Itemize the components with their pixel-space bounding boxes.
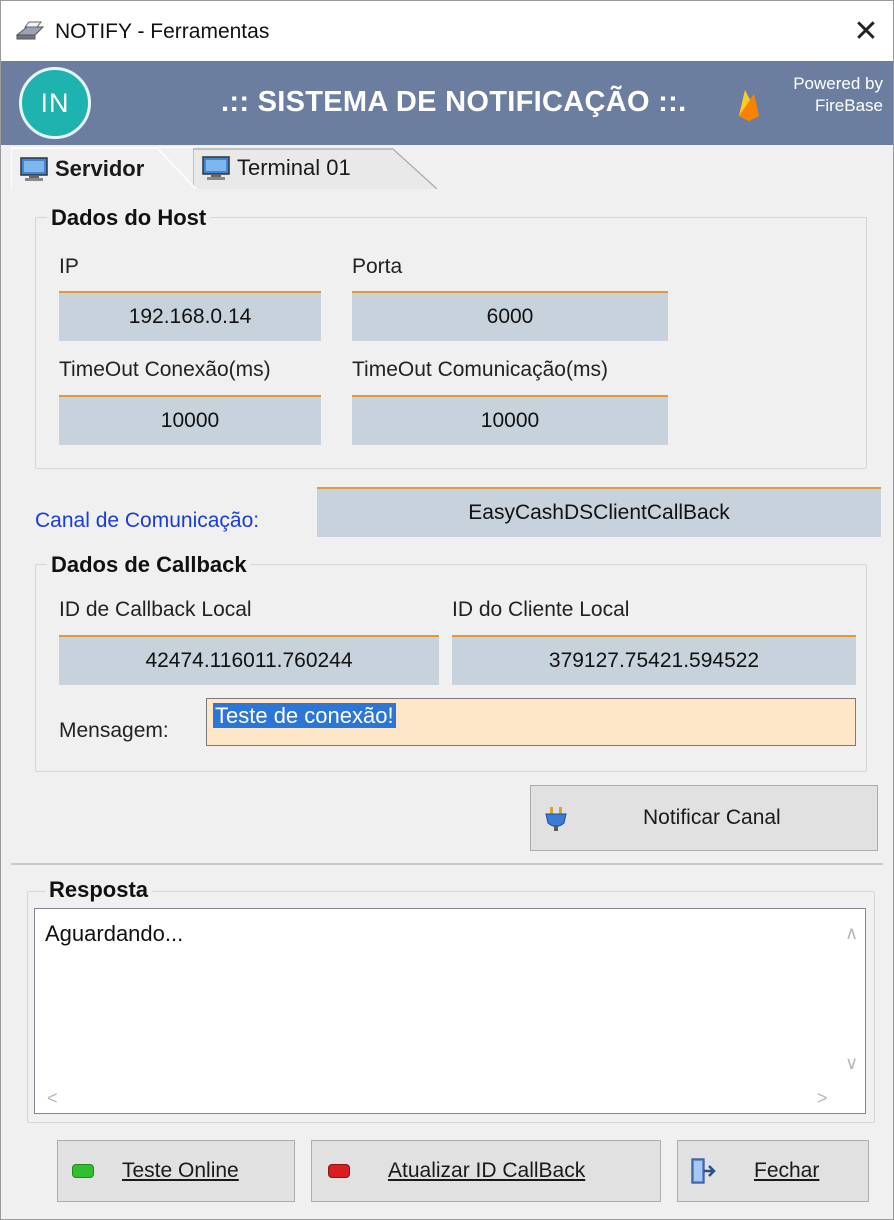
- notify-channel-button[interactable]: Notificar Canal: [530, 785, 878, 851]
- plug-icon: [545, 807, 567, 831]
- scroll-left-icon[interactable]: <: [47, 1088, 58, 1109]
- notify-channel-label: Notificar Canal: [643, 806, 781, 829]
- section-divider: [11, 863, 883, 865]
- title-bar: NOTIFY - Ferramentas ✕: [1, 1, 893, 61]
- close-button[interactable]: Fechar: [677, 1140, 869, 1202]
- tab-strip: Terminal 01 Servidor: [1, 145, 893, 189]
- scroll-right-icon[interactable]: >: [817, 1088, 828, 1109]
- powered-by-text: Powered by FireBase: [771, 73, 889, 117]
- response-memo[interactable]: Aguardando... ∧ ∨ < >: [34, 908, 866, 1114]
- close-label: Fechar: [754, 1159, 820, 1182]
- host-group-title: Dados do Host: [47, 205, 211, 231]
- ip-field[interactable]: 192.168.0.14: [59, 291, 321, 341]
- channel-label: Canal de Comunicação:: [35, 509, 260, 532]
- timeout-communication-label: TimeOut Comunicação(ms): [352, 358, 608, 381]
- client-local-id-field[interactable]: 379127.75421.594522: [452, 635, 856, 685]
- timeout-communication-field[interactable]: 10000: [352, 395, 668, 445]
- test-online-button[interactable]: Teste Online: [57, 1140, 295, 1202]
- tab-servidor-label: Servidor: [55, 155, 145, 181]
- tab-terminal-01[interactable]: Terminal 01: [193, 147, 439, 189]
- refresh-callback-id-button[interactable]: Atualizar ID CallBack: [311, 1140, 661, 1202]
- test-online-label: Teste Online: [122, 1159, 239, 1182]
- ip-label: IP: [59, 255, 79, 278]
- response-vertical-scrollbar[interactable]: ∧ ∨: [837, 909, 865, 1085]
- firebase-flame-icon: [739, 90, 759, 121]
- scroll-up-icon[interactable]: ∧: [845, 923, 858, 944]
- header-banner: IN .:: SISTEMA DE NOTIFICAÇÃO ::. Powere…: [1, 61, 893, 145]
- app-printer-icon: [15, 21, 45, 40]
- app-logo: IN: [19, 67, 91, 139]
- port-label: Porta: [352, 255, 403, 278]
- timeout-connection-label: TimeOut Conexão(ms): [59, 358, 271, 381]
- response-horizontal-scrollbar[interactable]: < >: [35, 1085, 839, 1113]
- message-label: Mensagem:: [59, 719, 169, 742]
- tab-terminal-label: Terminal 01: [237, 155, 351, 180]
- monitor-icon: [20, 156, 48, 181]
- channel-field[interactable]: EasyCashDSClientCallBack: [317, 487, 881, 537]
- window-title: NOTIFY - Ferramentas: [55, 20, 270, 43]
- banner-title: .:: SISTEMA DE NOTIFICAÇÃO ::.: [221, 86, 687, 118]
- response-group-title: Resposta: [45, 877, 153, 903]
- scroll-down-icon[interactable]: ∨: [845, 1053, 858, 1074]
- client-local-id-label: ID do Cliente Local: [452, 598, 630, 621]
- callback-local-id-label: ID de Callback Local: [59, 598, 252, 621]
- refresh-callback-id-label: Atualizar ID CallBack: [388, 1159, 586, 1182]
- message-input[interactable]: Teste de conexão!: [206, 698, 856, 746]
- tab-servidor[interactable]: Servidor: [11, 147, 195, 189]
- message-selected-text: Teste de conexão!: [213, 703, 396, 728]
- response-text: Aguardando...: [45, 921, 184, 946]
- green-status-icon: [72, 1164, 94, 1178]
- notify-window: NOTIFY - Ferramentas ✕ IN .:: SISTEMA DE…: [0, 0, 894, 1220]
- port-field[interactable]: 6000: [352, 291, 668, 341]
- window-close-button[interactable]: ✕: [845, 11, 887, 51]
- callback-group-title: Dados de Callback: [47, 552, 251, 578]
- powered-by-line1: Powered by: [793, 74, 883, 93]
- timeout-connection-field[interactable]: 10000: [59, 395, 321, 445]
- powered-by-line2: FireBase: [814, 96, 883, 115]
- monitor-icon: [202, 156, 230, 180]
- callback-local-id-field[interactable]: 42474.116011.760244: [59, 635, 439, 685]
- red-status-icon: [328, 1164, 350, 1178]
- exit-door-icon: [691, 1158, 716, 1184]
